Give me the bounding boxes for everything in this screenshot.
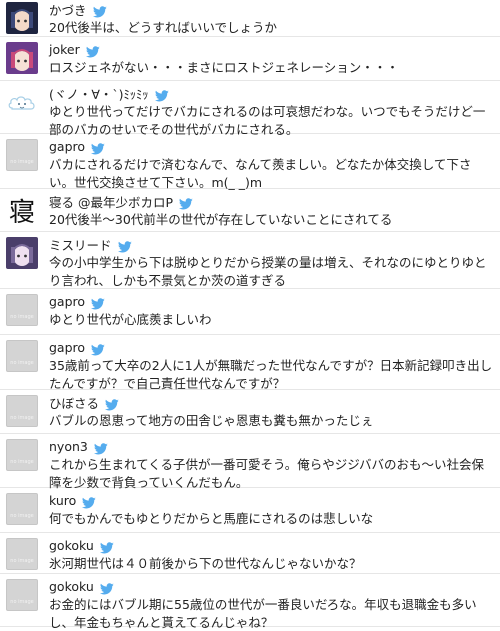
- author-line: gapro: [49, 293, 494, 310]
- no-image-avatar[interactable]: no image: [6, 294, 38, 326]
- author-line: gokoku: [49, 537, 494, 554]
- comment-text: バカにされるだけで済むなんで、なんて羨ましい。どなたか体交換して下さい。世代交換…: [49, 157, 472, 190]
- comment-item: ミスリード 今の小中学生から下は脱ゆとりだから授業の量は増え、それなのにゆとりゆと…: [0, 232, 500, 289]
- no-image-avatar[interactable]: no image: [6, 538, 38, 570]
- twitter-bird-icon[interactable]: [90, 140, 105, 155]
- comment-text: ゆとり世代ってだけでバカにされるのは可哀想だわな。いつでもそうだけど一部のバカの…: [49, 104, 486, 137]
- author-line: gapro: [49, 138, 494, 155]
- comment-item: no image gapro バカにされるだけで済むなんで、なんて羨ましい。どなたか…: [0, 134, 500, 190]
- author-name[interactable]: ミスリード: [49, 235, 112, 254]
- twitter-bird-icon[interactable]: [117, 238, 132, 253]
- comment-text: 35歳前って大卒の2人に1人が無職だった世代なんですが？日本新記録叩き出したんで…: [49, 358, 493, 391]
- comment-item: no image ひぼさる バブルの恩恵って地方の田舎じゃ恩恵も糞も無かったじぇ: [0, 390, 500, 434]
- no-image-label: no image: [10, 558, 34, 564]
- comment-text: 20代後半〜30代前半の世代が存在していないことにされてる: [49, 212, 393, 227]
- twitter-bird-icon[interactable]: [90, 295, 105, 310]
- twitter-bird-icon[interactable]: [90, 341, 105, 356]
- comment-text: ロスジェネがない・・・まさにロストジェネレーション・・・: [49, 60, 399, 75]
- no-image-label: no image: [10, 599, 34, 605]
- cloud-avatar[interactable]: [6, 86, 38, 118]
- comment-item: joker ロスジェネがない・・・まさにロストジェネレーション・・・: [0, 37, 500, 81]
- no-image-avatar[interactable]: no image: [6, 340, 38, 372]
- no-image-label: no image: [10, 459, 34, 465]
- no-image-avatar[interactable]: no image: [6, 139, 38, 171]
- author-name[interactable]: gapro: [49, 139, 85, 154]
- comment-text: バブルの恩恵って地方の田舎じゃ恩恵も糞も無かったじぇ: [49, 413, 374, 428]
- comment-feed: かづき 20代後半は、どうすればいいでしょうか joker ロスジェネがない・・・まさ…: [0, 0, 500, 630]
- author-name[interactable]: gokoku: [49, 579, 94, 594]
- twitter-bird-icon[interactable]: [99, 539, 114, 554]
- comment-text: これから生まれてくる子供が一番可愛そう。俺らやジジババのおも〜い社会保障を少数で…: [49, 457, 485, 490]
- comment-item: no image gapro 35歳前って大卒の2人に1人が無職だった世代なんですが…: [0, 335, 500, 391]
- twitter-bird-icon[interactable]: [178, 195, 193, 210]
- twitter-bird-icon[interactable]: [82, 494, 97, 509]
- no-image-label: no image: [10, 513, 34, 519]
- author-line: kuro: [49, 492, 494, 509]
- author-name[interactable]: gokoku: [49, 538, 94, 553]
- kanji-avatar[interactable]: 寝: [6, 194, 38, 226]
- comment-item: no image gokoku 氷河期世代は４０前後から下の世代なんじゃないかな？: [0, 533, 500, 574]
- avatar-char: 寝: [8, 197, 35, 227]
- no-image-label: no image: [10, 360, 34, 366]
- author-line: nyon3: [49, 438, 494, 455]
- comment-text: 20代後半は、どうすればいいでしょうか: [49, 20, 278, 35]
- no-image-avatar[interactable]: no image: [6, 579, 38, 611]
- author-name[interactable]: かづき: [49, 0, 87, 19]
- comment-item: no image kuro 何でもかんでもゆとりだからと馬鹿にされるのは悲しいな: [0, 488, 500, 533]
- author-name[interactable]: 寝る @最年少ボカロP: [49, 192, 173, 211]
- comment-item: no image nyon3 これから生まれてくる子供が一番可愛そう。俺らやジジババ…: [0, 434, 500, 490]
- author-name[interactable]: ひぼさる: [49, 393, 99, 412]
- no-image-label: no image: [10, 415, 34, 421]
- author-line: gapro: [49, 339, 494, 356]
- twitter-bird-icon[interactable]: [99, 580, 114, 595]
- twitter-bird-icon[interactable]: [154, 87, 169, 102]
- twitter-bird-icon[interactable]: [85, 43, 100, 58]
- comment-item: no image gapro ゆとり世代が心底羨ましいわ: [0, 289, 500, 335]
- comment-item: no image gokoku お金的にはバブル期に55歳位の世代が一番良いだろな。…: [0, 574, 500, 630]
- twitter-bird-icon[interactable]: [104, 396, 119, 411]
- author-line: かづき: [49, 0, 494, 19]
- author-name[interactable]: nyon3: [49, 439, 88, 454]
- anime-avatar-2[interactable]: [6, 42, 38, 74]
- comment-text: 何でもかんでもゆとりだからと馬鹿にされるのは悲しいな: [49, 511, 374, 526]
- no-image-label: no image: [10, 314, 34, 320]
- no-image-avatar[interactable]: no image: [6, 493, 38, 525]
- no-image-avatar[interactable]: no image: [6, 439, 38, 471]
- comment-item: 寝寝る @最年少ボカロP 20代後半〜30代前半の世代が存在していないことにされて…: [0, 189, 500, 232]
- author-line: ひぼさる: [49, 393, 494, 412]
- anime-avatar-1[interactable]: [6, 2, 38, 34]
- comment-item: かづき 20代後半は、どうすればいいでしょうか: [0, 0, 500, 37]
- author-name[interactable]: (ヾノ・∀・`)ﾐｯﾐｯ: [49, 84, 149, 103]
- author-name[interactable]: kuro: [49, 493, 76, 508]
- author-line: ミスリード: [49, 235, 494, 254]
- author-line: gokoku: [49, 578, 494, 595]
- twitter-bird-icon[interactable]: [92, 3, 107, 18]
- comment-item: (ヾノ・∀・`)ﾐｯﾐｯ ゆとり世代ってだけでバカにされるのは可哀想だわな。いつで…: [0, 81, 500, 137]
- author-line: 寝る @最年少ボカロP: [49, 192, 494, 211]
- comment-text: 氷河期世代は４０前後から下の世代なんじゃないかな？: [49, 556, 362, 571]
- twitter-bird-icon[interactable]: [93, 440, 108, 455]
- comment-text: ゆとり世代が心底羨ましいわ: [49, 312, 212, 327]
- comment-text: お金的にはバブル期に55歳位の世代が一番良いだろな。年収も退職金も多いし、年金も…: [49, 597, 477, 630]
- author-line: joker: [49, 41, 494, 58]
- author-name[interactable]: joker: [49, 42, 80, 57]
- anime-avatar-3[interactable]: [6, 237, 38, 269]
- author-name[interactable]: gapro: [49, 340, 85, 355]
- no-image-label: no image: [10, 159, 34, 165]
- no-image-avatar[interactable]: no image: [6, 395, 38, 427]
- author-line: (ヾノ・∀・`)ﾐｯﾐｯ: [49, 84, 494, 103]
- author-name[interactable]: gapro: [49, 294, 85, 309]
- comment-text: 今の小中学生から下は脱ゆとりだから授業の量は増え、それなのにゆとりゆとり言われ、…: [49, 255, 487, 288]
